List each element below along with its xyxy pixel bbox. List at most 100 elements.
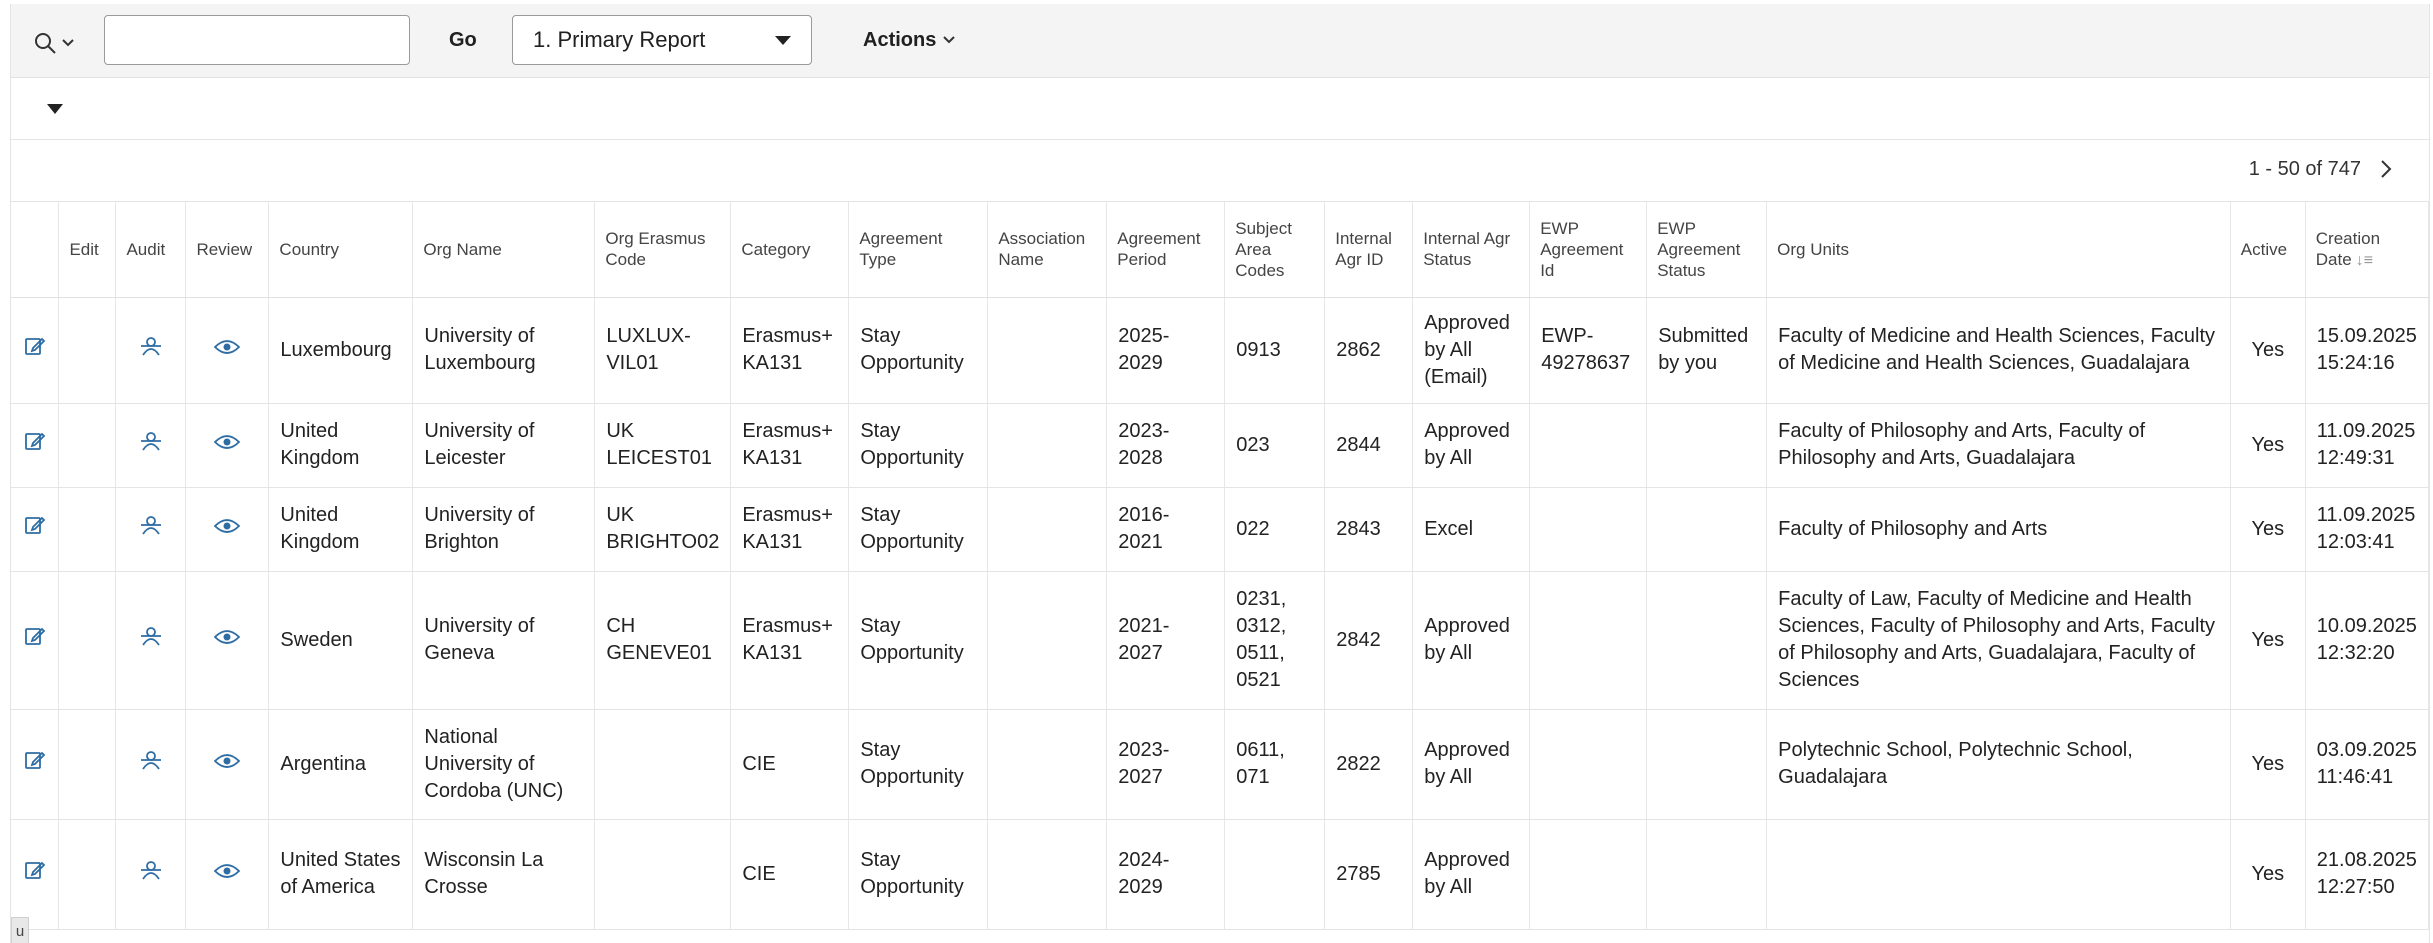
table-row: United Kingdom University of Brighton UK B… (11, 487, 2429, 572)
cell-subject-area-codes (1224, 819, 1326, 930)
edit-icon[interactable] (24, 749, 46, 779)
column-header-edit[interactable]: Edit (58, 202, 117, 298)
cell-agreement-period: 2023-2028 (1106, 403, 1226, 488)
cell-audit (115, 571, 187, 710)
eye-icon[interactable] (214, 627, 241, 654)
column-header-creation-date[interactable]: Creation Date ↓≡ (2305, 202, 2429, 298)
cell-association-name (987, 487, 1108, 572)
cell-ewp-agreement-id (1529, 403, 1648, 488)
cell-internal-agr-status: Approved by All (1412, 403, 1531, 488)
cell-org-name: Wisconsin La Crosse (412, 819, 596, 930)
edit-icon[interactable] (24, 430, 46, 460)
cell-agreement-type: Stay Opportunity (848, 403, 989, 488)
next-page-icon[interactable] (2379, 158, 2393, 180)
column-header-review[interactable]: Review (185, 202, 270, 298)
report-select[interactable]: 1. Primary Report (512, 15, 812, 65)
column-header-agreement-period[interactable]: Agreement Period (1106, 202, 1226, 298)
cell-country: United Kingdom (268, 403, 414, 488)
cell-ewp-agreement-id (1529, 487, 1648, 572)
column-header-agreement-type[interactable]: Agreement Type (848, 202, 989, 298)
cell-org-name: University of Geneva (412, 571, 596, 710)
audit-icon[interactable] (139, 514, 163, 544)
audit-icon[interactable] (139, 859, 163, 889)
cell-active: Yes (2230, 403, 2306, 488)
actions-menu-button[interactable]: Actions (863, 18, 956, 62)
eye-icon[interactable] (214, 432, 241, 459)
cell-org-name: University of Brighton (412, 487, 596, 572)
search-column-menu[interactable] (33, 28, 83, 58)
column-header-org-units[interactable]: Org Units (1766, 202, 2231, 298)
cell-edit (11, 297, 60, 404)
cell-internal-agr-status: Excel (1412, 487, 1531, 572)
cell-ewp-agreement-id[interactable]: EWP-49278637 (1529, 297, 1648, 404)
cell-active: Yes (2230, 709, 2306, 820)
cell-audit (115, 487, 187, 572)
collapse-toggle-icon[interactable] (47, 104, 63, 114)
cell-blank (58, 403, 117, 488)
edit-icon[interactable] (24, 859, 46, 889)
column-header-org-name[interactable]: Org Name (412, 202, 596, 298)
cell-agreement-type: Stay Opportunity (848, 709, 989, 820)
cell-country: Luxembourg (268, 297, 414, 404)
audit-icon[interactable] (139, 430, 163, 460)
cell-creation-date: 11.09.2025 12:49:31 (2305, 403, 2429, 488)
cell-category: Erasmus+ KA131 (730, 487, 850, 572)
cell-edit (11, 487, 60, 572)
cell-edit (11, 571, 60, 710)
eye-icon[interactable] (214, 337, 241, 364)
cell-org-units (1766, 819, 2231, 930)
column-header-active[interactable]: Active (2230, 202, 2306, 298)
column-header-category[interactable]: Category (730, 202, 850, 298)
column-header-subject-area-codes[interactable]: Subject Area Codes (1224, 202, 1326, 298)
cell-agreement-type: Stay Opportunity (848, 487, 989, 572)
column-header-audit[interactable]: Audit (115, 202, 187, 298)
report-select-value: 1. Primary Report (533, 27, 706, 52)
cell-ewp-agreement-status (1646, 819, 1768, 930)
column-header-country[interactable]: Country (268, 202, 414, 298)
column-header-org-erasmus-code[interactable]: Org Erasmus Code (594, 202, 732, 298)
pagination-range: 1 - 50 of 747 (2248, 158, 2361, 180)
go-button[interactable]: Go (431, 18, 495, 62)
audit-icon[interactable] (139, 749, 163, 779)
cell-ewp-agreement-status (1646, 709, 1768, 820)
edit-icon[interactable] (24, 335, 46, 365)
cell-category: CIE (730, 819, 850, 930)
edit-icon[interactable] (24, 514, 46, 544)
cell-association-name (987, 571, 1108, 710)
report-toolbar: Go 1. Primary Report Actions (11, 4, 2429, 78)
column-header-association-name[interactable]: Association Name (987, 202, 1108, 298)
eye-icon[interactable] (214, 751, 241, 778)
cell-review (185, 571, 270, 710)
cell-blank (58, 819, 117, 930)
column-header-ewp-agreement-id[interactable]: EWP Agreement Id (1529, 202, 1648, 298)
table-row: United States of America Wisconsin La Cro… (11, 819, 2429, 930)
sort-descending-icon[interactable]: ↓≡ (2356, 252, 2373, 269)
cell-internal-agr-status: Approved by All (1412, 819, 1531, 930)
cell-blank (58, 709, 117, 820)
cell-audit (115, 709, 187, 820)
column-header-internal-agr-id[interactable]: Internal Agr ID (1324, 202, 1414, 298)
cell-org-units: Polytechnic School, Polytechnic School, … (1766, 709, 2231, 820)
edit-icon[interactable] (24, 625, 46, 655)
cell-review (185, 819, 270, 930)
eye-icon[interactable] (214, 516, 241, 543)
eye-icon[interactable] (214, 861, 241, 888)
search-input[interactable] (104, 15, 410, 65)
cell-review (185, 297, 270, 404)
cell-review (185, 403, 270, 488)
audit-icon[interactable] (139, 335, 163, 365)
cell-internal-agr-id: 2843 (1324, 487, 1414, 572)
audit-icon[interactable] (139, 625, 163, 655)
cell-review (185, 709, 270, 820)
cell-subject-area-codes: 0231, 0312, 0511, 0521 (1224, 571, 1326, 710)
cell-org-name: University of Luxembourg (412, 297, 596, 404)
column-header-internal-agr-status[interactable]: Internal Agr Status (1412, 202, 1531, 298)
cell-creation-date: 10.09.2025 12:32:20 (2305, 571, 2429, 710)
cell-country: United States of America (268, 819, 414, 930)
cell-org-erasmus-code: UK LEICEST01 (594, 403, 732, 488)
cell-org-name: National University of Cordoba (UNC) (412, 709, 596, 820)
column-header-ewp-agreement-status[interactable]: EWP Agreement Status (1646, 202, 1768, 298)
chevron-down-icon (943, 36, 956, 44)
cell-org-erasmus-code: CH GENEVE01 (594, 571, 732, 710)
cell-creation-date: 21.08.2025 12:27:50 (2305, 819, 2429, 930)
